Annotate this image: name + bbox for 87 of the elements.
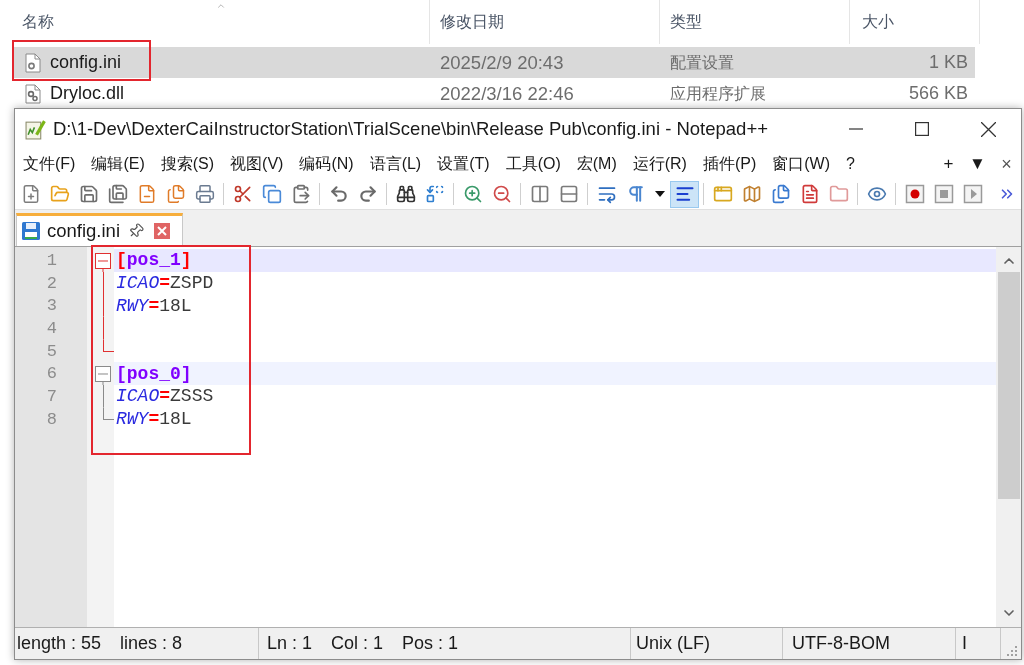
column-header[interactable]: 名称: [22, 10, 54, 34]
dropdown-button[interactable]: ▼: [963, 151, 992, 177]
menu-item[interactable]: 宏(M): [568, 152, 625, 176]
code-line: [pos_0]: [116, 362, 192, 385]
line-number: 2: [46, 274, 57, 292]
file-icon: [25, 83, 41, 104]
file-size: 1 KB: [928, 51, 968, 74]
line-number: 5: [46, 342, 57, 360]
menu-item[interactable]: 设置(T): [429, 152, 498, 176]
line-number: 1: [46, 251, 57, 269]
split-rows-icon[interactable]: [558, 184, 579, 204]
maximize-icon[interactable]: [915, 122, 929, 136]
menu-item[interactable]: 搜索(S): [152, 152, 223, 176]
redo-icon[interactable]: [357, 184, 378, 204]
status-text: length : 55: [17, 632, 102, 655]
save-all-icon[interactable]: [107, 184, 128, 204]
save-icon[interactable]: [78, 184, 99, 204]
column-header[interactable]: 修改日期: [440, 10, 504, 34]
undo-icon[interactable]: [328, 184, 349, 204]
print-icon[interactable]: [194, 184, 215, 204]
code-line: RWY=18L: [116, 408, 192, 431]
code-line: RWY=18L: [116, 294, 192, 317]
file-icon: [25, 52, 41, 73]
line-number: 4: [46, 319, 57, 337]
play-icon[interactable]: [962, 184, 983, 204]
map-icon[interactable]: [741, 184, 762, 204]
fold-toggle-icon[interactable]: [95, 252, 111, 272]
file-tab[interactable]: config.ini: [16, 213, 183, 246]
replace-icon[interactable]: [424, 184, 445, 204]
resize-grip-icon[interactable]: [1006, 644, 1018, 657]
file-name: config.ini: [50, 51, 122, 74]
status-text: I: [962, 632, 967, 655]
modified-date: 2022/3/16 22:46: [440, 82, 574, 104]
word-wrap-icon[interactable]: [596, 184, 617, 204]
status-text: Col : 1: [331, 632, 384, 655]
menu-item[interactable]: 编辑(E): [83, 152, 153, 176]
close-button[interactable]: ×: [992, 150, 1021, 178]
line-number: 6: [46, 365, 57, 383]
close-icon[interactable]: [980, 121, 996, 137]
status-text: Pos : 1: [402, 632, 459, 655]
status-text: UTF-8-BOM: [792, 632, 890, 655]
stop-icon[interactable]: [933, 184, 954, 204]
folder-icon[interactable]: [828, 184, 849, 204]
file-name: Dryloc.dll: [50, 82, 124, 105]
menu-item[interactable]: 工具(O): [497, 152, 569, 176]
tab-label: config.ini: [47, 219, 120, 244]
line-number: 7: [46, 387, 57, 405]
status-text: Ln : 1: [267, 632, 313, 655]
status-text: lines : 8: [120, 632, 183, 655]
menu-item[interactable]: 文件(F): [15, 152, 84, 176]
code-line: ICAO=ZSSS: [116, 385, 214, 408]
plus-button[interactable]: +: [934, 151, 963, 177]
scroll-thumb[interactable]: [997, 272, 1020, 499]
file-size: 566 KB: [908, 82, 968, 105]
menu-item[interactable]: 视图(V): [222, 152, 292, 176]
status-text: Unix (LF): [636, 632, 710, 655]
code-line: [pos_1]: [116, 249, 192, 272]
window-title: D:\1-Dev\DexterCaiInstructorStation\TrialScene\bin\Release Pub\config.ini - Notepad++: [53, 117, 768, 142]
file-type: 配置设置: [670, 53, 734, 71]
split-columns-icon[interactable]: [529, 184, 550, 204]
modified-date: 2025/2/9 20:43: [440, 51, 564, 73]
column-header[interactable]: 大小: [862, 10, 894, 34]
notepad-app-icon: [25, 118, 46, 140]
menu-item[interactable]: 窗口(W): [764, 152, 839, 176]
menu-item[interactable]: 插件(P): [694, 152, 765, 176]
copy-icon[interactable]: [261, 184, 282, 204]
caret-icon[interactable]: [655, 191, 665, 197]
save-icon: [21, 221, 41, 241]
code-line: ICAO=ZSPD: [116, 272, 214, 295]
fold-toggle-icon[interactable]: [95, 365, 111, 386]
file-type: 应用程序扩展: [670, 84, 766, 102]
menu-item[interactable]: 语言(L): [361, 152, 430, 176]
eye-icon[interactable]: [866, 184, 887, 204]
menu-item[interactable]: 编码(N): [291, 152, 362, 176]
zoom-in-icon[interactable]: [462, 184, 483, 204]
cut-icon[interactable]: [232, 184, 253, 204]
binoculars-icon[interactable]: [395, 184, 416, 204]
zoom-out-icon[interactable]: [491, 184, 512, 204]
record-icon[interactable]: [904, 184, 925, 204]
column-header[interactable]: 类型: [670, 10, 702, 34]
menu-item[interactable]: ?: [838, 152, 863, 176]
documents-icon[interactable]: [165, 184, 186, 204]
file-row[interactable]: config.ini 2025/2/9 20:43 配置设置 1 KB: [12, 47, 975, 78]
line-number: 3: [46, 297, 57, 315]
documents-icon[interactable]: [770, 184, 791, 204]
line-number: 8: [46, 410, 57, 428]
menu-item[interactable]: 运行(R): [624, 152, 695, 176]
